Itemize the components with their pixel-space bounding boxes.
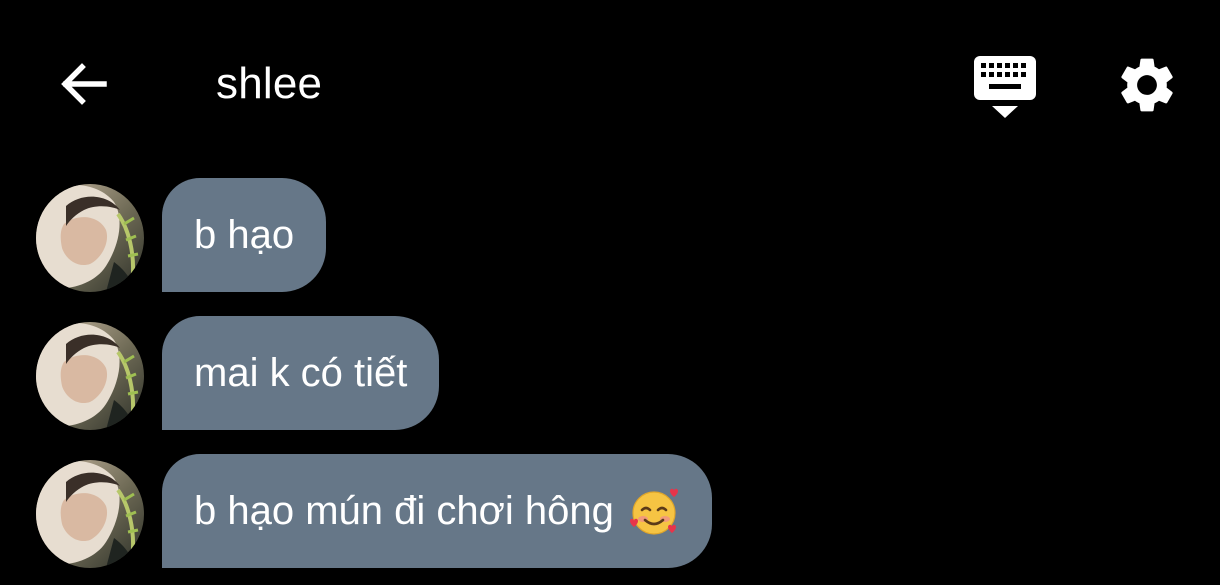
chat-header: shlee <box>0 0 1220 170</box>
message-row: b hạo mún đi chơi hông <box>0 454 1220 569</box>
message-bubble[interactable]: b hạo mún đi chơi hông <box>162 454 712 568</box>
avatar[interactable] <box>36 322 144 430</box>
keyboard-toggle-button[interactable] <box>972 54 1038 120</box>
settings-button[interactable] <box>1114 52 1180 118</box>
page-title: shlee <box>216 59 323 108</box>
gear-icon <box>1121 58 1173 112</box>
chat-screen: shlee b hạo mai k có tiết b hạo mún đi c… <box>0 0 1220 585</box>
smiling-face-with-hearts-icon <box>628 485 680 537</box>
back-button[interactable] <box>56 56 112 112</box>
avatar[interactable] <box>36 184 144 292</box>
message-text: b hạo mún đi chơi hông <box>194 488 614 533</box>
message-row: mai k có tiết <box>0 316 1220 431</box>
message-bubble[interactable]: mai k có tiết <box>162 316 440 430</box>
message-list: b hạo mai k có tiết b hạo mún đi chơi hô… <box>0 170 1220 585</box>
message-text: b hạo <box>194 212 295 257</box>
message-bubble[interactable]: b hạo <box>162 178 327 292</box>
keyboard-icon <box>974 56 1036 118</box>
message-text: mai k có tiết <box>194 350 408 395</box>
arrow-left-icon <box>61 63 107 105</box>
message-row: b hạo <box>0 178 1220 293</box>
avatar[interactable] <box>36 460 144 568</box>
